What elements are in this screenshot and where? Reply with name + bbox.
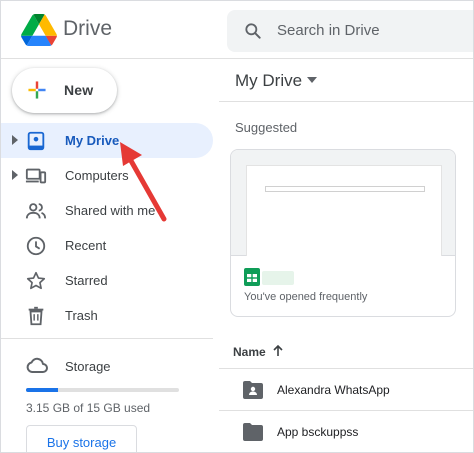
- document-preview: [246, 165, 442, 256]
- clock-icon: [26, 236, 46, 256]
- my-drive-icon: [27, 131, 45, 151]
- sidebar-item-label: My Drive: [65, 133, 120, 148]
- expand-caret-icon[interactable]: [11, 170, 19, 180]
- sidebar-item-trash[interactable]: Trash: [1, 298, 213, 333]
- expand-caret-icon[interactable]: [11, 135, 19, 145]
- sidebar-item-computers[interactable]: Computers: [1, 158, 213, 193]
- top-bar: Drive Search in Drive: [1, 1, 473, 59]
- suggested-heading: Suggested: [235, 120, 298, 135]
- computers-icon: [25, 168, 47, 184]
- shared-folder-icon: [243, 381, 263, 399]
- cloud-icon: [26, 357, 48, 373]
- storage-label[interactable]: Storage: [65, 359, 111, 374]
- trash-icon: [28, 306, 44, 326]
- new-button-label: New: [64, 82, 94, 98]
- search-icon[interactable]: [243, 21, 263, 41]
- new-button[interactable]: New: [12, 68, 117, 113]
- star-icon: [26, 271, 46, 290]
- folder-icon: [243, 423, 263, 441]
- sidebar-item-label: Trash: [65, 308, 98, 323]
- chevron-down-icon[interactable]: [307, 77, 317, 83]
- search-bar[interactable]: Search in Drive: [227, 10, 473, 52]
- sidebar-divider: [1, 338, 213, 339]
- file-name: App bsckuppss: [277, 425, 359, 439]
- storage-usage-bar: [26, 388, 179, 392]
- buy-storage-button[interactable]: Buy storage: [26, 425, 137, 452]
- search-input[interactable]: Search in Drive: [277, 22, 380, 39]
- storage-usage-fill: [26, 388, 59, 392]
- plus-icon: [28, 81, 46, 99]
- app-title: Drive: [63, 17, 113, 40]
- file-list-row[interactable]: Alexandra WhatsApp: [219, 369, 473, 411]
- sidebar-item-label: Shared with me: [65, 203, 156, 218]
- sidebar-item-recent[interactable]: Recent: [1, 228, 213, 263]
- storage-usage-text: 3.15 GB of 15 GB used: [26, 401, 151, 415]
- file-thumbnail: [231, 150, 455, 256]
- buy-storage-label: Buy storage: [46, 435, 117, 450]
- sidebar-item-label: Recent: [65, 238, 107, 253]
- name-column-header[interactable]: Name: [233, 345, 266, 359]
- google-drive-logo-icon[interactable]: [21, 14, 57, 46]
- page-title[interactable]: My Drive: [235, 71, 302, 91]
- card-subtitle: You've opened frequently: [244, 291, 368, 303]
- sidebar-item-my-drive[interactable]: My Drive: [1, 123, 213, 158]
- shared-with-me-icon: [25, 203, 47, 219]
- sidebar-item-shared-with-me[interactable]: Shared with me: [1, 193, 213, 228]
- file-name: Alexandra WhatsApp: [277, 383, 390, 397]
- sidebar-item-starred[interactable]: Starred: [1, 263, 213, 298]
- preview-table-row: [265, 186, 425, 192]
- sort-arrow-up-icon[interactable]: [271, 344, 285, 358]
- file-list-row[interactable]: App bsckuppss: [219, 411, 473, 452]
- google-sheets-icon: [244, 268, 260, 286]
- drive-window: Drive Search in Drive New My Drive Compu…: [0, 0, 474, 453]
- sidebar-item-label: Computers: [65, 168, 129, 183]
- redacted-file-name: [262, 271, 294, 285]
- sidebar-item-label: Starred: [65, 273, 108, 288]
- main-divider: [219, 101, 473, 102]
- suggested-file-card[interactable]: You've opened frequently: [230, 149, 456, 317]
